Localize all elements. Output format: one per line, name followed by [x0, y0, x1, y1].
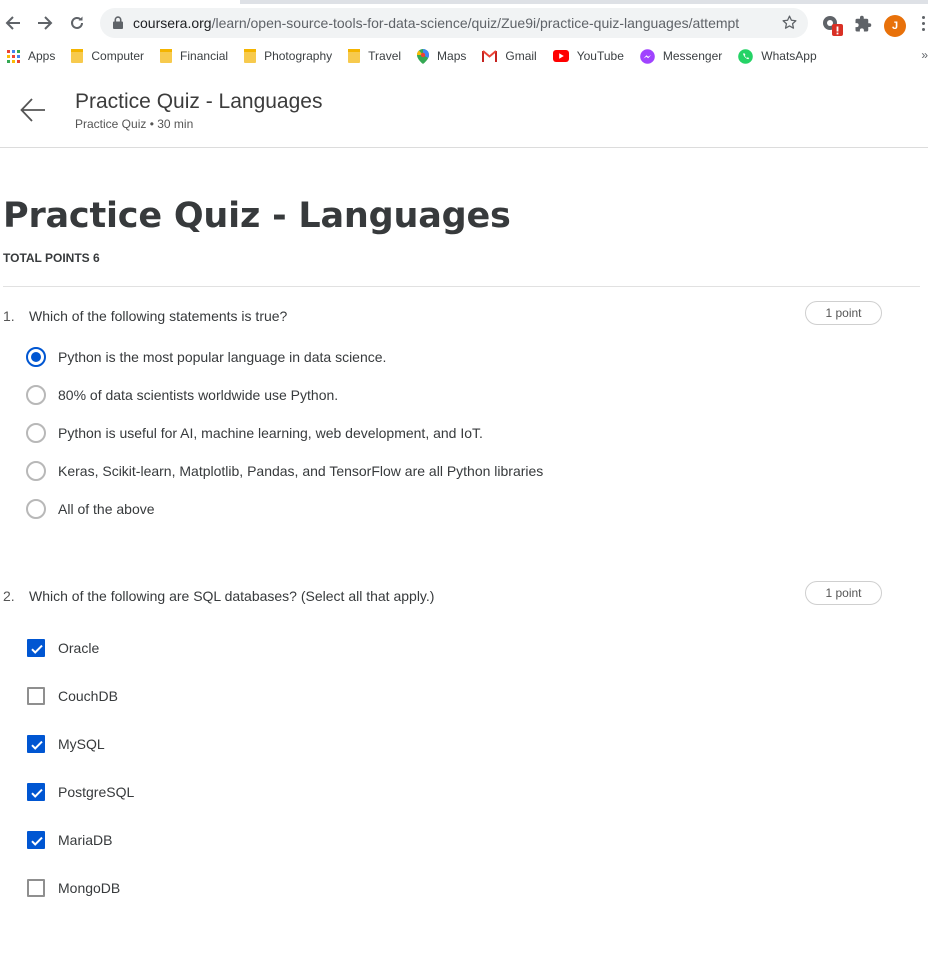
checkbox-option[interactable]: MongoDB: [26, 877, 120, 899]
folder-icon: [348, 49, 361, 63]
bookmark-label: Travel: [368, 49, 402, 63]
points-badge: 1 point: [805, 301, 882, 325]
option-label: MariaDB: [58, 832, 113, 848]
checkbox-unchecked[interactable]: [27, 879, 45, 897]
folder-icon: [244, 49, 257, 63]
reload-icon[interactable]: [64, 10, 90, 36]
option-label: 80% of data scientists worldwide use Pyt…: [58, 387, 339, 403]
radio-selected[interactable]: [26, 347, 46, 367]
checkbox-checked[interactable]: [27, 783, 45, 801]
bookmark-label: Gmail: [505, 49, 537, 63]
bookmark-label: Photography: [264, 49, 333, 63]
divider: [3, 286, 920, 287]
option-label: Python is the most popular language in d…: [58, 349, 387, 365]
checkbox-option[interactable]: MariaDB: [26, 829, 112, 851]
option-label: MySQL: [58, 736, 105, 752]
bookmark-label: Apps: [28, 49, 56, 63]
option-label: MongoDB: [58, 880, 121, 896]
radio-unselected[interactable]: [26, 499, 46, 519]
header-title: Practice Quiz - Languages: [75, 90, 323, 113]
bookmarks-overflow-icon[interactable]: »: [921, 48, 928, 62]
bookmark-gmail[interactable]: Gmail: [482, 49, 537, 63]
bookmark-computer[interactable]: Computer: [71, 49, 144, 63]
option-label: CouchDB: [58, 688, 118, 704]
option-label: Oracle: [58, 640, 100, 656]
checkbox-option[interactable]: Oracle: [26, 637, 99, 659]
question-text: Which of the following are SQL databases…: [29, 588, 435, 604]
back-arrow-icon[interactable]: [20, 98, 46, 127]
url-host: coursera.org: [133, 15, 212, 31]
gmail-icon: [482, 50, 498, 62]
browser-toolbar: coursera.org/learn/open-source-tools-for…: [0, 4, 928, 42]
checkbox-option[interactable]: PostgreSQL: [26, 781, 134, 803]
checkbox-checked[interactable]: [27, 735, 45, 753]
bookmark-label: Financial: [180, 49, 229, 63]
checkbox-checked[interactable]: [27, 831, 45, 849]
option-label: All of the above: [58, 501, 155, 517]
profile-avatar[interactable]: J: [884, 15, 906, 37]
total-points: TOTAL POINTS 6: [3, 251, 100, 265]
radio-unselected[interactable]: [26, 461, 46, 481]
bookmark-label: Computer: [91, 49, 145, 63]
option-label: Keras, Scikit-learn, Matplotlib, Pandas,…: [58, 463, 544, 479]
radio-option[interactable]: All of the above: [26, 498, 155, 520]
whatsapp-icon: [738, 48, 754, 64]
back-icon[interactable]: [0, 10, 26, 36]
bookmark-youtube[interactable]: YouTube: [552, 49, 624, 63]
radio-option[interactable]: 80% of data scientists worldwide use Pyt…: [26, 384, 338, 406]
checkbox-option[interactable]: MySQL: [26, 733, 105, 755]
bookmarks-bar: Apps Computer Financial Photography Trav…: [0, 42, 928, 70]
bookmark-star-icon[interactable]: [781, 14, 798, 36]
option-label: Python is useful for AI, machine learnin…: [58, 425, 483, 441]
question-number: 2.: [3, 588, 15, 604]
radio-unselected[interactable]: [26, 423, 46, 443]
radio-option[interactable]: Python is the most popular language in d…: [26, 346, 386, 368]
points-badge: 1 point: [805, 581, 882, 605]
bookmark-financial[interactable]: Financial: [160, 49, 228, 63]
maps-pin-icon: [417, 48, 430, 64]
bookmark-label: YouTube: [576, 49, 624, 63]
folder-icon: [160, 49, 173, 63]
checkbox-option[interactable]: CouchDB: [26, 685, 118, 707]
checkbox-unchecked[interactable]: [27, 687, 45, 705]
bookmark-label: WhatsApp: [761, 49, 817, 63]
bookmark-photography[interactable]: Photography: [244, 49, 332, 63]
apps-grid-icon: [7, 49, 20, 63]
extensions-puzzle-icon[interactable]: [854, 15, 872, 38]
bookmark-label: Messenger: [662, 49, 723, 63]
quiz-title: Practice Quiz - Languages: [3, 196, 511, 236]
question-text: Which of the following statements is tru…: [29, 308, 288, 324]
lock-icon[interactable]: [113, 16, 123, 34]
bookmark-apps[interactable]: Apps: [7, 49, 55, 63]
messenger-icon: [640, 48, 655, 64]
bookmark-maps[interactable]: Maps: [417, 48, 467, 64]
option-label: PostgreSQL: [58, 784, 135, 800]
browser-menu-icon[interactable]: [920, 16, 928, 36]
address-bar[interactable]: coursera.org/learn/open-source-tools-for…: [100, 8, 808, 38]
bookmark-whatsapp[interactable]: WhatsApp: [738, 48, 817, 64]
folder-icon: [71, 49, 84, 63]
radio-unselected[interactable]: [26, 385, 46, 405]
youtube-icon: [552, 50, 569, 62]
url-path: /learn/open-source-tools-for-data-scienc…: [211, 15, 740, 31]
page-header: Practice Quiz - Languages Practice Quiz …: [0, 70, 928, 148]
bookmark-messenger[interactable]: Messenger: [640, 48, 723, 64]
forward-icon[interactable]: [32, 10, 58, 36]
extension-alert-icon[interactable]: [822, 14, 844, 43]
url-text[interactable]: coursera.org/learn/open-source-tools-for…: [133, 15, 739, 31]
question-number: 1.: [3, 308, 15, 324]
header-subtitle: Practice Quiz • 30 min: [75, 117, 194, 131]
bookmark-label: Maps: [437, 49, 467, 63]
radio-option[interactable]: Keras, Scikit-learn, Matplotlib, Pandas,…: [26, 460, 543, 482]
bookmark-travel[interactable]: Travel: [348, 49, 401, 63]
radio-option[interactable]: Python is useful for AI, machine learnin…: [26, 422, 483, 444]
checkbox-checked[interactable]: [27, 639, 45, 657]
